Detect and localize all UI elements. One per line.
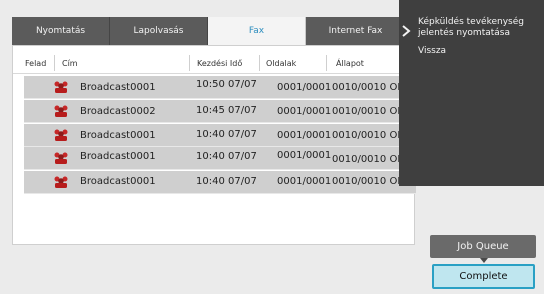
table-row[interactable]: Broadcast0001 10:40 07/07 0001/0001 0010… <box>24 124 416 147</box>
row-status: 0010/0010 OK <box>332 176 404 187</box>
row-pages: 0001/0001 <box>277 82 332 93</box>
tab-fax[interactable]: Fax <box>208 17 306 45</box>
broadcast-fax-icon <box>54 105 68 117</box>
caret-down-icon <box>480 258 488 263</box>
chevron-right-icon <box>402 25 411 37</box>
header-title: Cím <box>62 59 78 68</box>
table-row[interactable]: Broadcast0001 10:40 07/07 0001/0001 0010… <box>24 171 416 194</box>
row-time: 10:50 07/07 <box>196 79 257 90</box>
row-time: 10:40 07/07 <box>196 176 257 187</box>
job-queue-button[interactable]: Job Queue <box>430 235 536 258</box>
table-row[interactable]: Broadcast0001 10:40 07/07 0001/0001 0010… <box>24 147 416 170</box>
header-divider <box>54 55 55 71</box>
header-pages: Oldalak <box>266 59 297 68</box>
tab-print[interactable]: Nyomtatás <box>12 17 110 45</box>
table-header: Felad Cím Kezdési Idő Oldalak Állapot <box>13 46 416 74</box>
row-title: Broadcast0001 <box>80 82 156 93</box>
row-pages: 0001/0001 <box>277 176 332 187</box>
mode-tabs: Nyomtatás Lapolvasás Fax Internet Fax <box>12 17 407 45</box>
broadcast-fax-icon <box>54 129 68 141</box>
row-pages: 0001/0001 <box>277 106 332 117</box>
table-row[interactable]: Broadcast0001 10:50 07/07 0001/0001 0010… <box>24 76 416 99</box>
broadcast-fax-icon <box>54 152 68 164</box>
row-time: 10:40 07/07 <box>196 151 257 162</box>
table-row[interactable]: Broadcast0002 10:45 07/07 0001/0001 0010… <box>24 100 416 123</box>
back-item[interactable]: Vissza <box>418 46 538 56</box>
row-title: Broadcast0002 <box>80 106 156 117</box>
tab-internet-fax[interactable]: Internet Fax <box>306 17 406 45</box>
header-start-time: Kezdési Idő <box>197 59 243 68</box>
row-time: 10:45 07/07 <box>196 105 257 116</box>
complete-button[interactable]: Complete <box>432 264 535 289</box>
print-activity-report-item[interactable]: Képküldés tevékenység jelentés nyomtatás… <box>418 17 542 39</box>
header-status: Állapot <box>336 59 364 68</box>
row-time: 10:40 07/07 <box>196 129 257 140</box>
header-divider <box>326 55 327 71</box>
header-divider <box>189 55 190 71</box>
row-title: Broadcast0001 <box>80 151 156 162</box>
row-status: 0010/0010 OK <box>332 130 404 141</box>
row-status: 0010/0010 OK <box>332 106 404 117</box>
tab-scan[interactable]: Lapolvasás <box>110 17 208 45</box>
row-pages: 0001/0001 <box>277 150 332 161</box>
job-list-panel: Felad Cím Kezdési Idő Oldalak Állapot Br… <box>12 45 416 245</box>
row-status: 0010/0010 OK <box>332 82 404 93</box>
row-pages: 0001/0001 <box>277 130 332 141</box>
row-title: Broadcast0001 <box>80 130 156 141</box>
screen: Nyomtatás Lapolvasás Fax Internet Fax Fe… <box>0 0 544 294</box>
header-divider <box>259 55 260 71</box>
row-status: 0010/0010 OK <box>332 154 404 165</box>
header-sender: Felad <box>25 59 47 68</box>
row-title: Broadcast0001 <box>80 176 156 187</box>
broadcast-fax-icon <box>54 176 68 188</box>
broadcast-fax-icon <box>54 81 68 93</box>
